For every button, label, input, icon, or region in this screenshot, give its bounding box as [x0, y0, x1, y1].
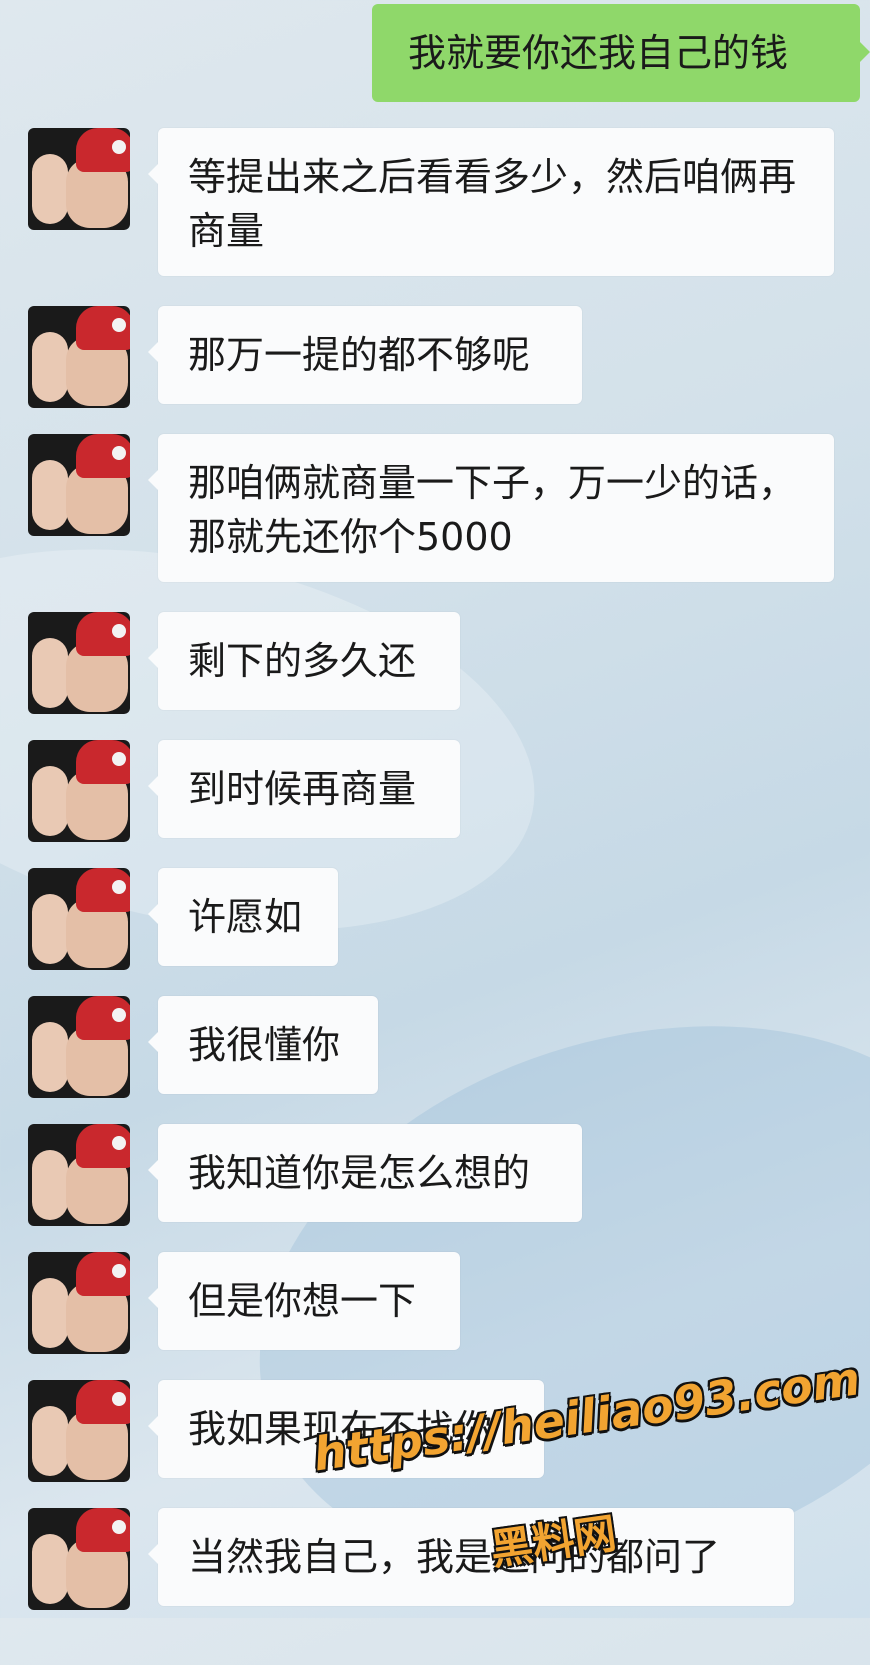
- received-message-bubble[interactable]: 到时候再商量: [148, 740, 460, 838]
- watermark-name: 黑料网: [487, 1508, 620, 1575]
- contact-avatar[interactable]: [28, 740, 130, 842]
- contact-avatar[interactable]: [28, 434, 130, 536]
- received-message-text: 我很懂你: [188, 1023, 341, 1067]
- contact-avatar[interactable]: [28, 1508, 130, 1610]
- received-message-bubble[interactable]: 我知道你是怎么想的: [148, 1124, 582, 1222]
- contact-avatar[interactable]: [28, 868, 130, 970]
- received-message-text: 许愿如: [188, 895, 303, 939]
- received-message-bubble[interactable]: 许愿如: [148, 868, 338, 966]
- contact-avatar[interactable]: [28, 612, 130, 714]
- contact-avatar[interactable]: [28, 1252, 130, 1354]
- received-message-text: 到时候再商量: [188, 767, 417, 811]
- received-message-bubble[interactable]: 等提出来之后看看多少，然后咱俩再商量: [148, 128, 834, 276]
- contact-avatar[interactable]: [28, 1124, 130, 1226]
- watermark: https://heiliao93.com 黑料网: [310, 1351, 863, 1578]
- received-message-bubble[interactable]: 我很懂你: [148, 996, 378, 1094]
- contact-avatar[interactable]: [28, 996, 130, 1098]
- sent-message-bubble[interactable]: 我就要你还我自己的钱: [372, 4, 870, 102]
- received-message-text: 那咱俩就商量一下子，万一少的话，那就先还你个5000: [188, 461, 797, 559]
- received-message-text: 但是你想一下: [188, 1279, 417, 1323]
- received-message-text: 等提出来之后看看多少，然后咱俩再商量: [188, 155, 797, 253]
- contact-avatar[interactable]: [28, 1380, 130, 1482]
- contact-avatar[interactable]: [28, 128, 130, 230]
- contact-avatar[interactable]: [28, 306, 130, 408]
- received-message-bubble[interactable]: 那咱俩就商量一下子，万一少的话，那就先还你个5000: [148, 434, 834, 582]
- received-message-text: 我知道你是怎么想的: [188, 1151, 531, 1195]
- received-message-text: 那万一提的都不够呢: [188, 333, 531, 377]
- received-message-bubble[interactable]: 但是你想一下: [148, 1252, 460, 1350]
- received-message-bubble[interactable]: 剩下的多久还: [148, 612, 460, 710]
- received-message-text: 剩下的多久还: [188, 639, 417, 683]
- sent-message-text: 我就要你还我自己的钱: [408, 31, 789, 75]
- received-message-bubble[interactable]: 那万一提的都不够呢: [148, 306, 582, 404]
